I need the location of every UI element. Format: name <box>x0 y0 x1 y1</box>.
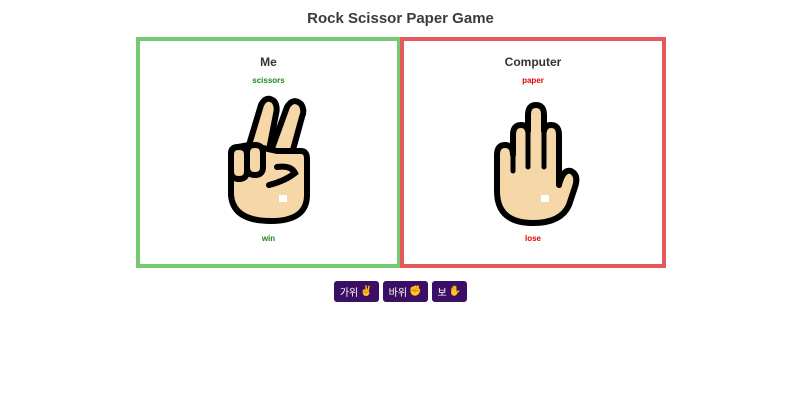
button-label: 가위 <box>339 288 359 299</box>
choice-buttons: 가위 ✌️ 바위 ✊ 보 ✋ <box>0 281 801 302</box>
scissors-hand-icon <box>227 95 310 224</box>
paper-button[interactable]: 보 ✋ <box>431 281 468 302</box>
player-panel-me: Me scissors win <box>136 37 401 268</box>
player-name: Computer <box>504 55 562 69</box>
player-choice: scissors <box>252 76 285 85</box>
player-name: Me <box>260 55 277 69</box>
page-title: Rock Scissor Paper Game <box>307 10 494 27</box>
player-result: win <box>261 234 276 243</box>
scissors-emoji-icon: ✌️ <box>360 285 373 297</box>
player-panel-computer: Computer paper lose <box>400 37 666 268</box>
game-page: Rock Scissor Paper Game Me scissors win … <box>0 0 801 400</box>
rock-button[interactable]: 바위 ✊ <box>382 281 428 302</box>
player-choice: paper <box>522 76 544 85</box>
button-label: 보 <box>437 288 447 299</box>
button-label: 바위 <box>388 288 408 299</box>
scissors-button[interactable]: 가위 ✌️ <box>333 281 379 302</box>
player-result: lose <box>524 234 541 243</box>
rock-emoji-icon: ✊ <box>409 285 422 297</box>
paper-hand-icon <box>494 102 580 226</box>
paper-emoji-icon: ✋ <box>448 285 462 297</box>
